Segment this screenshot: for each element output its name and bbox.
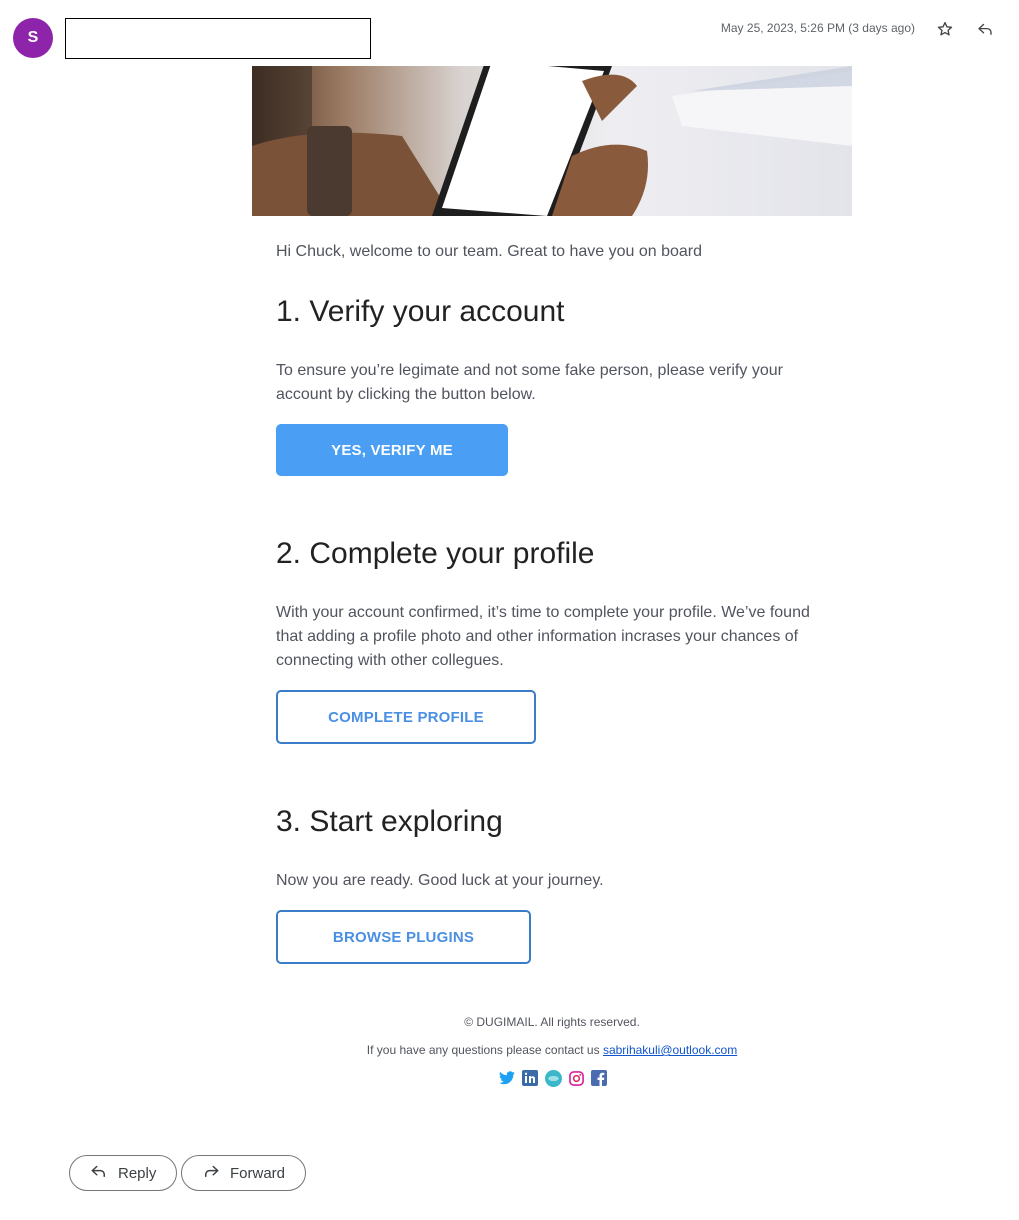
twitter-icon[interactable]	[498, 1069, 516, 1087]
contact-prefix: If you have any questions please contact…	[366, 1043, 600, 1057]
linkedin-icon[interactable]	[521, 1069, 539, 1087]
step2-text: With your account confirmed, it’s time t…	[276, 604, 810, 669]
browse-plugins-button[interactable]: BROWSE PLUGINS	[276, 910, 531, 964]
contact-line: If you have any questions please contact…	[0, 1043, 1019, 1057]
step1-text: To ensure you’re legimate and not some f…	[276, 362, 783, 403]
step3-heading: 3. Start exploring	[276, 805, 503, 838]
instagram-icon[interactable]	[567, 1069, 585, 1087]
sender-avatar[interactable]: S	[13, 18, 53, 58]
web-icon[interactable]	[544, 1069, 562, 1087]
hero-image	[252, 66, 852, 216]
verify-button[interactable]: YES, VERIFY ME	[276, 424, 508, 476]
star-icon[interactable]	[934, 18, 956, 40]
facebook-icon[interactable]	[590, 1069, 608, 1087]
forward-button[interactable]: Forward	[181, 1155, 307, 1191]
sender-name-redacted	[65, 18, 371, 59]
reply-button[interactable]: Reply	[69, 1155, 178, 1191]
copyright-text: © DUGIMAIL. All rights reserved.	[464, 1015, 640, 1029]
reply-label: Reply	[118, 1164, 157, 1182]
reply-icon[interactable]	[974, 18, 996, 40]
step3-text: Now you are ready. Good luck at your jou…	[276, 872, 604, 889]
email-timestamp: May 25, 2023, 5:26 PM (3 days ago)	[720, 21, 915, 35]
forward-arrow-icon	[202, 1163, 220, 1183]
step2-heading: 2. Complete your profile	[276, 537, 595, 570]
forward-label: Forward	[230, 1164, 286, 1182]
complete-profile-button[interactable]: COMPLETE PROFILE	[276, 690, 536, 744]
social-icons	[498, 1069, 608, 1087]
step1-heading: 1. Verify your account	[276, 295, 565, 328]
email-view: S May 25, 2023, 5:26 PM (3 days ago) Hi …	[0, 0, 1019, 1220]
contact-email-link[interactable]: sabrihakuli@outlook.com	[603, 1043, 737, 1057]
greeting-text: Hi Chuck, welcome to our team. Great to …	[276, 243, 702, 260]
reply-arrow-icon	[90, 1163, 108, 1183]
